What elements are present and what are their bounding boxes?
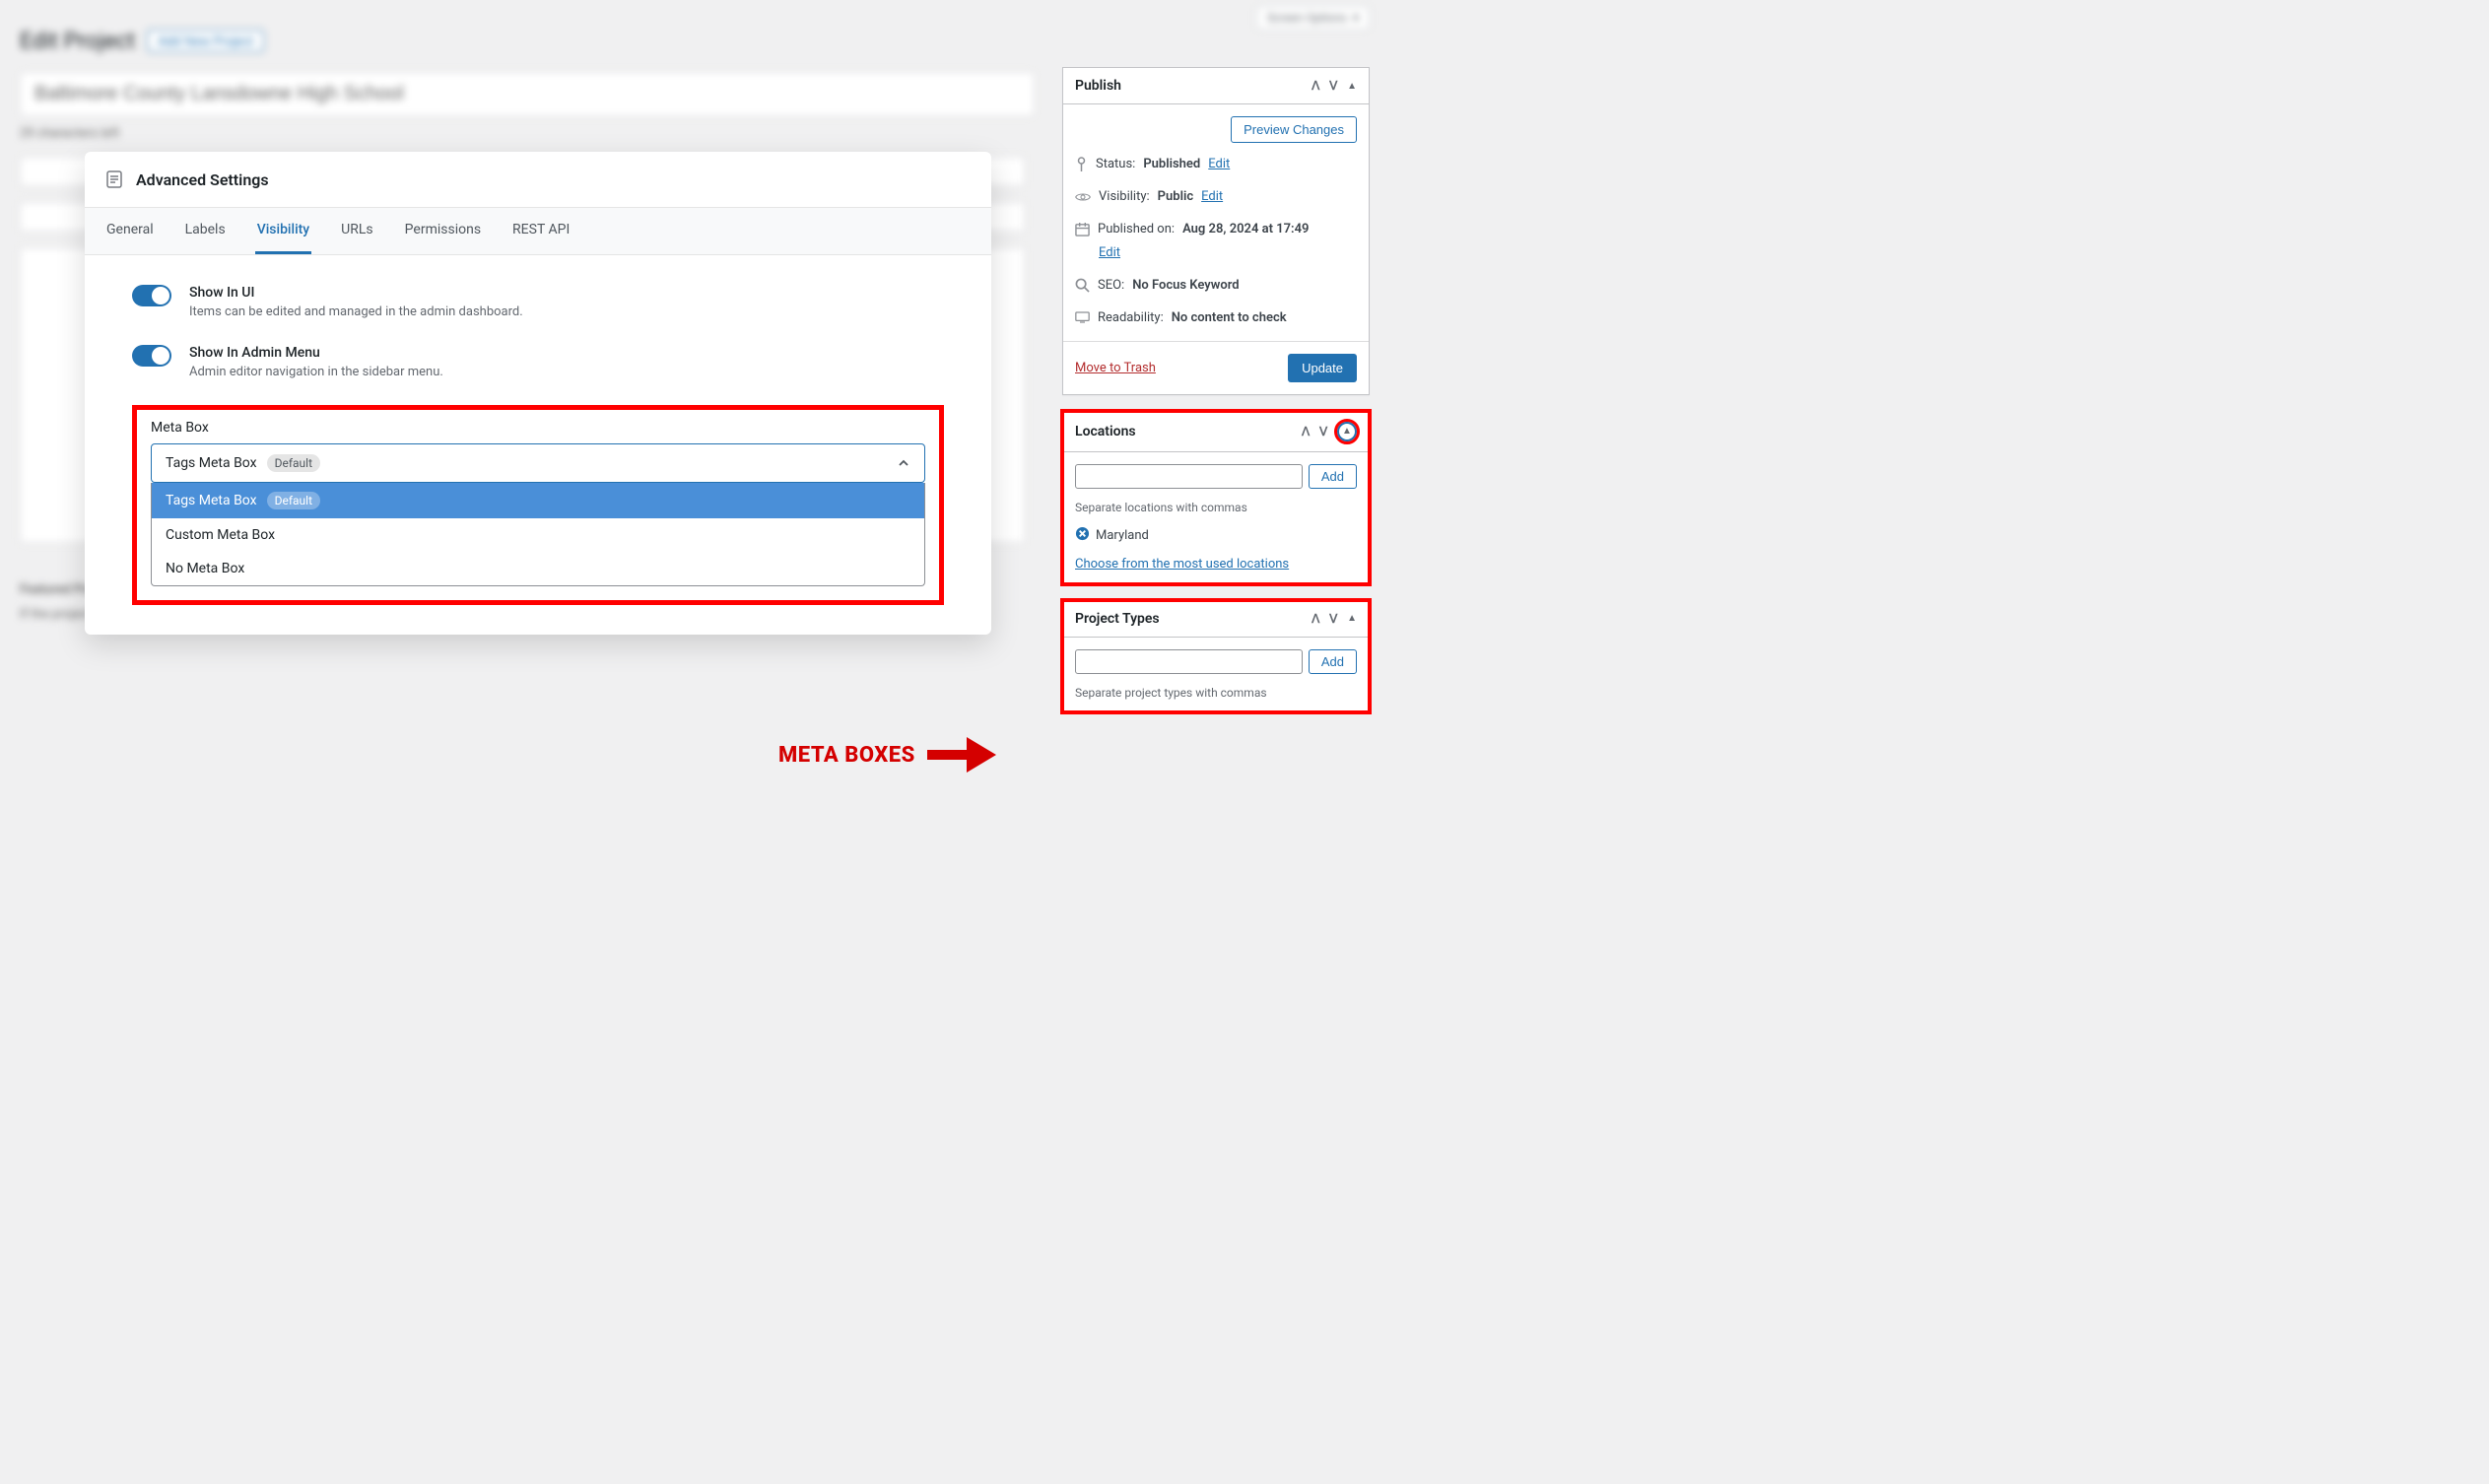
chevron-down-icon: ▾ xyxy=(1353,11,1359,25)
collapse-icon[interactable]: ▲ xyxy=(1337,422,1357,441)
project-types-title: Project Types xyxy=(1075,611,1160,627)
date-edit-link[interactable]: Edit xyxy=(1099,243,1120,264)
project-types-add-button[interactable]: Add xyxy=(1309,649,1357,674)
locations-input[interactable] xyxy=(1075,464,1303,489)
modal-tabs: General Labels Visibility URLs Permissio… xyxy=(85,208,991,255)
location-tag: Maryland xyxy=(1096,528,1149,543)
publish-panel-header: Publish ᐱ ᐯ ▲ xyxy=(1063,68,1369,104)
project-types-input[interactable] xyxy=(1075,649,1303,674)
status-label: Status: xyxy=(1096,155,1135,175)
project-types-panel-header: Project Types ᐱ ᐯ ▲ xyxy=(1063,601,1369,638)
metabox-select[interactable]: Tags Meta Box Default xyxy=(151,443,925,483)
advanced-settings-modal: Advanced Settings General Labels Visibil… xyxy=(85,152,991,635)
tab-rest-api[interactable]: REST API xyxy=(510,208,572,254)
locations-hint: Separate locations with commas xyxy=(1075,501,1357,514)
metabox-dropdown: Tags Meta Box Default Custom Meta Box No… xyxy=(151,483,925,586)
eye-icon xyxy=(1075,189,1091,205)
metabox-label: Meta Box xyxy=(151,420,925,436)
sidebar: Publish ᐱ ᐯ ▲ Preview Changes Status: Pu… xyxy=(1062,67,1370,712)
default-badge: Default xyxy=(267,492,320,509)
project-types-hint: Separate project types with commas xyxy=(1075,686,1357,700)
page-title: Edit Project xyxy=(20,28,135,54)
locations-add-button[interactable]: Add xyxy=(1309,464,1357,489)
calendar-icon xyxy=(1075,222,1090,236)
seo-value: No Focus Keyword xyxy=(1132,276,1239,297)
x-circle-icon xyxy=(1075,526,1090,541)
move-up-icon[interactable]: ᐱ xyxy=(1312,613,1323,625)
modal-header: Advanced Settings xyxy=(85,152,991,208)
visibility-value: Public xyxy=(1158,187,1193,208)
published-on-value: Aug 28, 2024 at 17:49 xyxy=(1182,220,1309,240)
readability-label: Readability: xyxy=(1098,308,1164,329)
choose-locations-link[interactable]: Choose from the most used locations xyxy=(1075,557,1357,572)
project-types-panel: Project Types ᐱ ᐯ ▲ Add Separate project… xyxy=(1062,600,1370,712)
status-edit-link[interactable]: Edit xyxy=(1208,155,1230,175)
publish-panel: Publish ᐱ ᐯ ▲ Preview Changes Status: Pu… xyxy=(1062,67,1370,395)
metabox-option-tags[interactable]: Tags Meta Box Default xyxy=(152,483,924,518)
publish-title: Publish xyxy=(1075,78,1121,94)
locations-panel: Locations ᐱ ᐯ ▲ Add Separate locations w… xyxy=(1062,411,1370,584)
metabox-option-none[interactable]: No Meta Box xyxy=(152,552,924,585)
settings-doc-icon xyxy=(104,169,124,189)
metabox-option-custom[interactable]: Custom Meta Box xyxy=(152,518,924,552)
move-up-icon[interactable]: ᐱ xyxy=(1302,426,1313,438)
locations-panel-header: Locations ᐱ ᐯ ▲ xyxy=(1063,412,1369,452)
default-badge: Default xyxy=(267,454,320,472)
collapse-icon[interactable]: ▲ xyxy=(1347,81,1357,92)
project-title-input[interactable] xyxy=(20,72,1035,116)
metabox-selected-value: Tags Meta Box xyxy=(166,455,257,471)
screen-options-label: Screen Options xyxy=(1267,11,1347,25)
add-new-button[interactable]: Add New Project xyxy=(147,30,264,52)
locations-title: Locations xyxy=(1075,424,1136,439)
monitor-icon xyxy=(1075,310,1090,324)
collapse-icon[interactable]: ▲ xyxy=(1347,613,1357,624)
metabox-field-annotation: Meta Box Tags Meta Box Default Tags Meta… xyxy=(132,405,944,605)
published-on-label: Published on: xyxy=(1098,220,1175,240)
visibility-label: Visibility: xyxy=(1099,187,1150,208)
show-in-admin-menu-desc: Admin editor navigation in the sidebar m… xyxy=(189,365,443,379)
tab-general[interactable]: General xyxy=(104,208,156,254)
modal-title: Advanced Settings xyxy=(136,170,269,189)
show-in-ui-title: Show In UI xyxy=(189,285,523,301)
tab-permissions[interactable]: Permissions xyxy=(403,208,483,254)
move-up-icon[interactable]: ᐱ xyxy=(1312,80,1323,92)
tab-visibility[interactable]: Visibility xyxy=(255,208,311,254)
show-in-ui-desc: Items can be edited and managed in the a… xyxy=(189,304,523,319)
meta-boxes-text: META BOXES xyxy=(778,743,915,768)
remove-tag-icon[interactable] xyxy=(1075,526,1090,545)
move-down-icon[interactable]: ᐯ xyxy=(1329,613,1341,625)
seo-label: SEO: xyxy=(1098,276,1124,297)
readability-value: No content to check xyxy=(1172,308,1287,329)
tab-labels[interactable]: Labels xyxy=(183,208,228,254)
show-in-admin-menu-toggle[interactable] xyxy=(132,345,171,367)
visibility-edit-link[interactable]: Edit xyxy=(1201,187,1223,208)
chevron-up-icon xyxy=(897,456,910,470)
show-in-admin-menu-title: Show In Admin Menu xyxy=(189,345,443,361)
screen-options-button[interactable]: Screen Options ▾ xyxy=(1256,6,1370,30)
pin-icon xyxy=(1075,157,1088,172)
modal-body: Show In UI Items can be edited and manag… xyxy=(85,255,991,635)
search-icon xyxy=(1075,278,1090,293)
tab-urls[interactable]: URLs xyxy=(339,208,374,254)
arrow-right-icon xyxy=(927,737,996,773)
update-button[interactable]: Update xyxy=(1288,354,1357,382)
move-to-trash-link[interactable]: Move to Trash xyxy=(1075,361,1156,375)
preview-changes-button[interactable]: Preview Changes xyxy=(1231,116,1357,143)
move-down-icon[interactable]: ᐯ xyxy=(1319,426,1331,438)
status-value: Published xyxy=(1143,155,1200,175)
show-in-ui-toggle[interactable] xyxy=(132,285,171,306)
option-label: Tags Meta Box xyxy=(166,493,257,508)
meta-boxes-annotation: META BOXES xyxy=(778,737,996,773)
move-down-icon[interactable]: ᐯ xyxy=(1329,80,1341,92)
